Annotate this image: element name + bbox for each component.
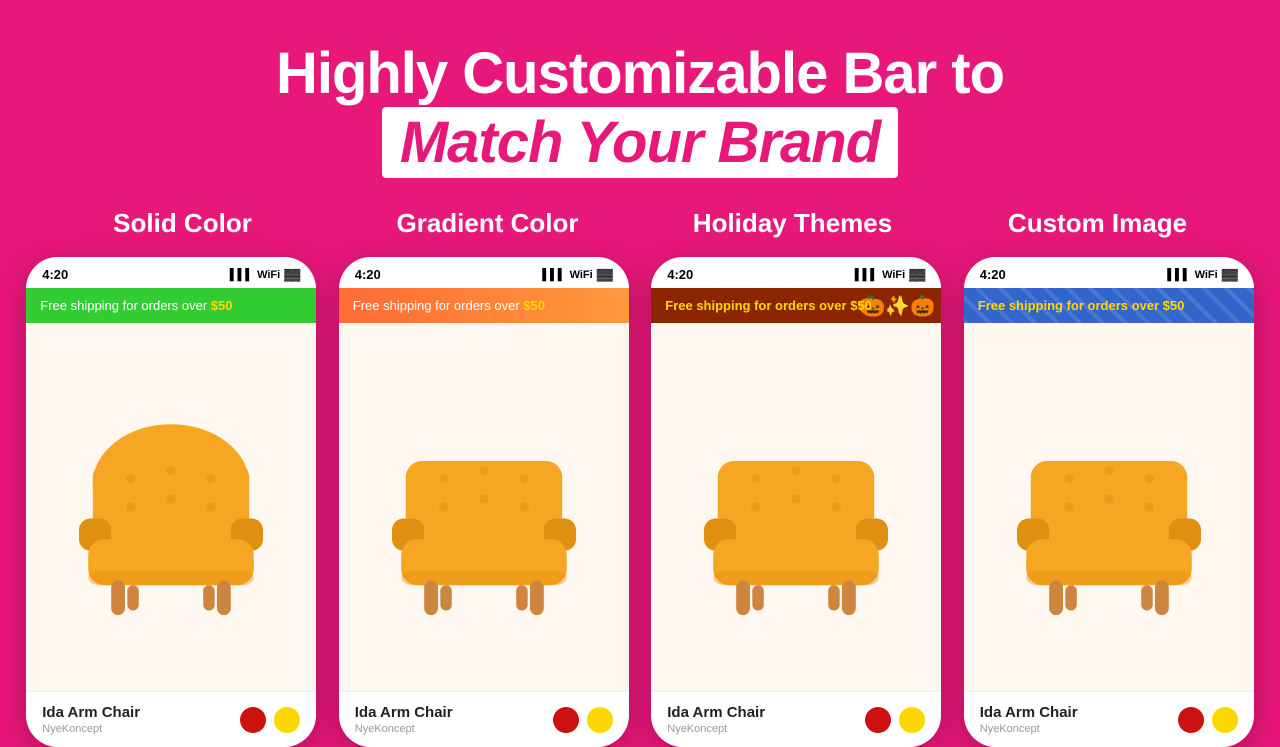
status-icons-solid: ▌▌▌ WiFi ▓▓: [230, 269, 301, 281]
chair-area-custom: [964, 323, 1254, 691]
category-custom: Custom Image: [945, 208, 1250, 239]
notif-amount-holiday: $50: [850, 298, 872, 313]
product-name-solid: Ida Arm Chair: [42, 704, 140, 721]
status-bar-holiday: 4:20 ▌▌▌ WiFi ▓▓: [651, 257, 941, 288]
phone-solid: 4:20 ▌▌▌ WiFi ▓▓ Free shipping for order…: [26, 257, 316, 747]
chair-image-holiday: [681, 392, 911, 622]
status-time-holiday: 4:20: [667, 267, 693, 282]
wifi-icon-custom: WiFi: [1195, 269, 1218, 281]
signal-icon-holiday: ▌▌▌: [855, 269, 878, 281]
product-name-gradient: Ida Arm Chair: [355, 704, 453, 721]
notif-amount-solid: $50: [211, 298, 233, 313]
status-time-custom: 4:20: [980, 267, 1006, 282]
category-solid: Solid Color: [30, 208, 335, 239]
category-holiday: Holiday Themes: [640, 208, 945, 239]
battery-icon-custom: ▓▓: [1222, 269, 1238, 281]
signal-icon-gradient: ▌▌▌: [542, 269, 565, 281]
wifi-icon-gradient: WiFi: [570, 269, 593, 281]
battery-icon-gradient: ▓▓: [597, 269, 613, 281]
notif-amount-custom: $50: [1163, 298, 1185, 313]
phone-custom: 4:20 ▌▌▌ WiFi ▓▓ Free shipping for order…: [964, 257, 1254, 747]
product-info-custom: Ida Arm Chair NyeKoncept: [964, 691, 1254, 747]
status-time-solid: 4:20: [42, 267, 68, 282]
signal-icon: ▌▌▌: [230, 269, 253, 281]
product-name-holiday: Ida Arm Chair: [667, 704, 765, 721]
chair-image-gradient: [369, 392, 599, 622]
notif-bar-holiday: Free shipping for orders over $50 🎃✨🎃: [651, 288, 941, 323]
chair-area-gradient: [339, 323, 629, 691]
status-bar-custom: 4:20 ▌▌▌ WiFi ▓▓: [964, 257, 1254, 288]
chair-area-solid: [26, 323, 316, 691]
notif-bar-custom: Free shipping for orders over $50: [964, 288, 1254, 323]
product-brand-custom: NyeKoncept: [980, 723, 1078, 735]
categories-row: Solid Color Gradient Color Holiday Theme…: [0, 198, 1280, 257]
status-bar-gradient: 4:20 ▌▌▌ WiFi ▓▓: [339, 257, 629, 288]
product-info-gradient: Ida Arm Chair NyeKoncept: [339, 691, 629, 747]
header-text: Highly Customizable Bar to Match Your Br…: [20, 40, 1260, 178]
header-highlight: Match Your Brand: [382, 107, 898, 178]
notif-bar-gradient: Free shipping for orders over $50: [339, 288, 629, 323]
header: Highly Customizable Bar to Match Your Br…: [0, 0, 1280, 198]
product-brand-solid: NyeKoncept: [42, 723, 140, 735]
product-name-custom: Ida Arm Chair: [980, 704, 1078, 721]
product-info-solid: Ida Arm Chair NyeKoncept: [26, 691, 316, 747]
status-icons-holiday: ▌▌▌ WiFi ▓▓: [855, 269, 926, 281]
chair-image-custom: [994, 392, 1224, 622]
wifi-icon-holiday: WiFi: [882, 269, 905, 281]
product-brand-gradient: NyeKoncept: [355, 723, 453, 735]
status-icons-gradient: ▌▌▌ WiFi ▓▓: [542, 269, 613, 281]
signal-icon-custom: ▌▌▌: [1167, 269, 1190, 281]
status-icons-custom: ▌▌▌ WiFi ▓▓: [1167, 269, 1238, 281]
status-time-gradient: 4:20: [355, 267, 381, 282]
chair-image-solid: [56, 392, 286, 622]
chair-area-holiday: [651, 323, 941, 691]
notif-bar-solid: Free shipping for orders over $50: [26, 288, 316, 323]
notif-amount-gradient: $50: [523, 298, 545, 313]
phone-gradient: 4:20 ▌▌▌ WiFi ▓▓ Free shipping for order…: [339, 257, 629, 747]
phones-row: 4:20 ▌▌▌ WiFi ▓▓ Free shipping for order…: [0, 257, 1280, 747]
battery-icon: ▓▓: [284, 269, 300, 281]
product-info-holiday: Ida Arm Chair NyeKoncept: [651, 691, 941, 747]
status-bar-solid: 4:20 ▌▌▌ WiFi ▓▓: [26, 257, 316, 288]
header-prefix: Highly Customizable Bar to: [276, 41, 1004, 106]
battery-icon-holiday: ▓▓: [909, 269, 925, 281]
wifi-icon: WiFi: [257, 269, 280, 281]
product-brand-holiday: NyeKoncept: [667, 723, 765, 735]
phone-holiday: 4:20 ▌▌▌ WiFi ▓▓ Free shipping for order…: [651, 257, 941, 747]
category-gradient: Gradient Color: [335, 208, 640, 239]
